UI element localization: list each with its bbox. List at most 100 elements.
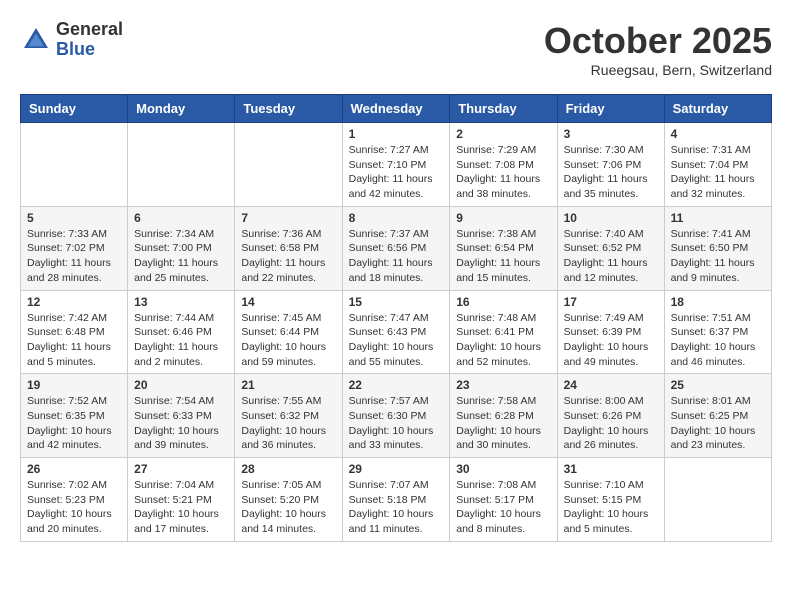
day-info: Sunrise: 7:44 AM Sunset: 6:46 PM Dayligh… bbox=[134, 311, 228, 370]
calendar-cell: 19Sunrise: 7:52 AM Sunset: 6:35 PM Dayli… bbox=[21, 374, 128, 458]
calendar-cell: 12 Sunrise: 7:42 AM Sunset: 6:48 PM Dayli… bbox=[21, 290, 128, 374]
day-number: 30 bbox=[456, 462, 550, 476]
day-info: Sunrise: 7:57 AM Sunset: 6:30 PM Dayligh… bbox=[349, 394, 444, 453]
calendar-cell bbox=[664, 458, 771, 542]
day-number: 28 bbox=[241, 462, 335, 476]
day-number: 31 bbox=[564, 462, 658, 476]
day-info: Sunrise: 7:27 AM Sunset: 7:10 PM Dayligh… bbox=[349, 143, 444, 202]
day-number: 12 bbox=[27, 295, 121, 309]
day-info: Sunrise: 7:48 AM Sunset: 6:41 PM Dayligh… bbox=[456, 311, 550, 370]
calendar-cell: 23 Sunrise: 7:58 AM Sunset: 6:28 PM Dayli… bbox=[450, 374, 557, 458]
calendar-cell: 21Sunrise: 7:55 AM Sunset: 6:32 PM Dayli… bbox=[235, 374, 342, 458]
calendar-cell: 30Sunrise: 7:08 AM Sunset: 5:17 PM Dayli… bbox=[450, 458, 557, 542]
weekday-header: Tuesday bbox=[235, 95, 342, 123]
day-number: 1 bbox=[349, 127, 444, 141]
page-header: General Blue October 2025 Rueegsau, Bern… bbox=[20, 20, 772, 78]
day-info: Sunrise: 7:33 AM Sunset: 7:02 PM Dayligh… bbox=[27, 227, 121, 286]
day-info: Sunrise: 7:04 AM Sunset: 5:21 PM Dayligh… bbox=[134, 478, 228, 537]
weekday-header: Saturday bbox=[664, 95, 771, 123]
weekday-header: Sunday bbox=[21, 95, 128, 123]
day-info: Sunrise: 7:42 AM Sunset: 6:48 PM Dayligh… bbox=[27, 311, 121, 370]
title-section: October 2025 Rueegsau, Bern, Switzerland bbox=[544, 20, 772, 78]
day-info: Sunrise: 7:49 AM Sunset: 6:39 PM Dayligh… bbox=[564, 311, 658, 370]
calendar-cell: 22 Sunrise: 7:57 AM Sunset: 6:30 PM Dayli… bbox=[342, 374, 450, 458]
calendar-cell: 24 Sunrise: 8:00 AM Sunset: 6:26 PM Dayli… bbox=[557, 374, 664, 458]
day-number: 3 bbox=[564, 127, 658, 141]
day-number: 26 bbox=[27, 462, 121, 476]
calendar-cell: 29 Sunrise: 7:07 AM Sunset: 5:18 PM Dayli… bbox=[342, 458, 450, 542]
logo-blue-text: Blue bbox=[56, 40, 123, 60]
day-number: 9 bbox=[456, 211, 550, 225]
day-number: 16 bbox=[456, 295, 550, 309]
weekday-header: Friday bbox=[557, 95, 664, 123]
month-title: October 2025 bbox=[544, 20, 772, 62]
logo-general-text: General bbox=[56, 20, 123, 40]
weekday-header: Thursday bbox=[450, 95, 557, 123]
calendar-cell: 9Sunrise: 7:38 AM Sunset: 6:54 PM Daylig… bbox=[450, 206, 557, 290]
day-info: Sunrise: 7:41 AM Sunset: 6:50 PM Dayligh… bbox=[671, 227, 765, 286]
day-number: 5 bbox=[27, 211, 121, 225]
day-info: Sunrise: 8:00 AM Sunset: 6:26 PM Dayligh… bbox=[564, 394, 658, 453]
day-number: 24 bbox=[564, 378, 658, 392]
calendar-cell: 14 Sunrise: 7:45 AM Sunset: 6:44 PM Dayli… bbox=[235, 290, 342, 374]
day-number: 7 bbox=[241, 211, 335, 225]
day-number: 23 bbox=[456, 378, 550, 392]
day-info: Sunrise: 7:37 AM Sunset: 6:56 PM Dayligh… bbox=[349, 227, 444, 286]
calendar-week-row: 1 Sunrise: 7:27 AM Sunset: 7:10 PM Daylig… bbox=[21, 123, 772, 207]
day-number: 4 bbox=[671, 127, 765, 141]
day-info: Sunrise: 7:58 AM Sunset: 6:28 PM Dayligh… bbox=[456, 394, 550, 453]
calendar-cell: 16 Sunrise: 7:48 AM Sunset: 6:41 PM Dayli… bbox=[450, 290, 557, 374]
day-number: 10 bbox=[564, 211, 658, 225]
day-number: 22 bbox=[349, 378, 444, 392]
day-number: 13 bbox=[134, 295, 228, 309]
day-number: 25 bbox=[671, 378, 765, 392]
calendar-cell bbox=[21, 123, 128, 207]
calendar-cell bbox=[235, 123, 342, 207]
day-number: 2 bbox=[456, 127, 550, 141]
calendar-cell: 18 Sunrise: 7:51 AM Sunset: 6:37 PM Dayli… bbox=[664, 290, 771, 374]
day-info: Sunrise: 7:54 AM Sunset: 6:33 PM Dayligh… bbox=[134, 394, 228, 453]
day-info: Sunrise: 7:34 AM Sunset: 7:00 PM Dayligh… bbox=[134, 227, 228, 286]
calendar-week-row: 19Sunrise: 7:52 AM Sunset: 6:35 PM Dayli… bbox=[21, 374, 772, 458]
day-info: Sunrise: 7:02 AM Sunset: 5:23 PM Dayligh… bbox=[27, 478, 121, 537]
day-number: 14 bbox=[241, 295, 335, 309]
calendar-week-row: 5 Sunrise: 7:33 AM Sunset: 7:02 PM Daylig… bbox=[21, 206, 772, 290]
calendar-cell: 7Sunrise: 7:36 AM Sunset: 6:58 PM Daylig… bbox=[235, 206, 342, 290]
logo-icon bbox=[20, 24, 52, 56]
day-number: 21 bbox=[241, 378, 335, 392]
calendar-cell: 10 Sunrise: 7:40 AM Sunset: 6:52 PM Dayli… bbox=[557, 206, 664, 290]
day-info: Sunrise: 7:51 AM Sunset: 6:37 PM Dayligh… bbox=[671, 311, 765, 370]
calendar-cell: 1 Sunrise: 7:27 AM Sunset: 7:10 PM Daylig… bbox=[342, 123, 450, 207]
calendar-cell: 13 Sunrise: 7:44 AM Sunset: 6:46 PM Dayli… bbox=[128, 290, 235, 374]
day-number: 20 bbox=[134, 378, 228, 392]
calendar-cell: 27 Sunrise: 7:04 AM Sunset: 5:21 PM Dayli… bbox=[128, 458, 235, 542]
logo-text: General Blue bbox=[56, 20, 123, 60]
day-info: Sunrise: 7:10 AM Sunset: 5:15 PM Dayligh… bbox=[564, 478, 658, 537]
weekday-header: Wednesday bbox=[342, 95, 450, 123]
day-info: Sunrise: 8:01 AM Sunset: 6:25 PM Dayligh… bbox=[671, 394, 765, 453]
day-number: 11 bbox=[671, 211, 765, 225]
calendar-cell: 15Sunrise: 7:47 AM Sunset: 6:43 PM Dayli… bbox=[342, 290, 450, 374]
day-number: 8 bbox=[349, 211, 444, 225]
calendar-header-row: SundayMondayTuesdayWednesdayThursdayFrid… bbox=[21, 95, 772, 123]
day-info: Sunrise: 7:40 AM Sunset: 6:52 PM Dayligh… bbox=[564, 227, 658, 286]
calendar-cell: 6Sunrise: 7:34 AM Sunset: 7:00 PM Daylig… bbox=[128, 206, 235, 290]
calendar-cell: 26 Sunrise: 7:02 AM Sunset: 5:23 PM Dayli… bbox=[21, 458, 128, 542]
day-info: Sunrise: 7:45 AM Sunset: 6:44 PM Dayligh… bbox=[241, 311, 335, 370]
day-info: Sunrise: 7:07 AM Sunset: 5:18 PM Dayligh… bbox=[349, 478, 444, 537]
day-number: 19 bbox=[27, 378, 121, 392]
calendar-cell bbox=[128, 123, 235, 207]
calendar-cell: 3Sunrise: 7:30 AM Sunset: 7:06 PM Daylig… bbox=[557, 123, 664, 207]
calendar-cell: 5 Sunrise: 7:33 AM Sunset: 7:02 PM Daylig… bbox=[21, 206, 128, 290]
calendar-cell: 8 Sunrise: 7:37 AM Sunset: 6:56 PM Daylig… bbox=[342, 206, 450, 290]
day-number: 18 bbox=[671, 295, 765, 309]
day-info: Sunrise: 7:29 AM Sunset: 7:08 PM Dayligh… bbox=[456, 143, 550, 202]
day-number: 27 bbox=[134, 462, 228, 476]
day-number: 29 bbox=[349, 462, 444, 476]
calendar-cell: 25 Sunrise: 8:01 AM Sunset: 6:25 PM Dayli… bbox=[664, 374, 771, 458]
calendar-cell: 20 Sunrise: 7:54 AM Sunset: 6:33 PM Dayli… bbox=[128, 374, 235, 458]
day-number: 17 bbox=[564, 295, 658, 309]
weekday-header: Monday bbox=[128, 95, 235, 123]
calendar-cell: 31 Sunrise: 7:10 AM Sunset: 5:15 PM Dayli… bbox=[557, 458, 664, 542]
calendar-cell: 4Sunrise: 7:31 AM Sunset: 7:04 PM Daylig… bbox=[664, 123, 771, 207]
